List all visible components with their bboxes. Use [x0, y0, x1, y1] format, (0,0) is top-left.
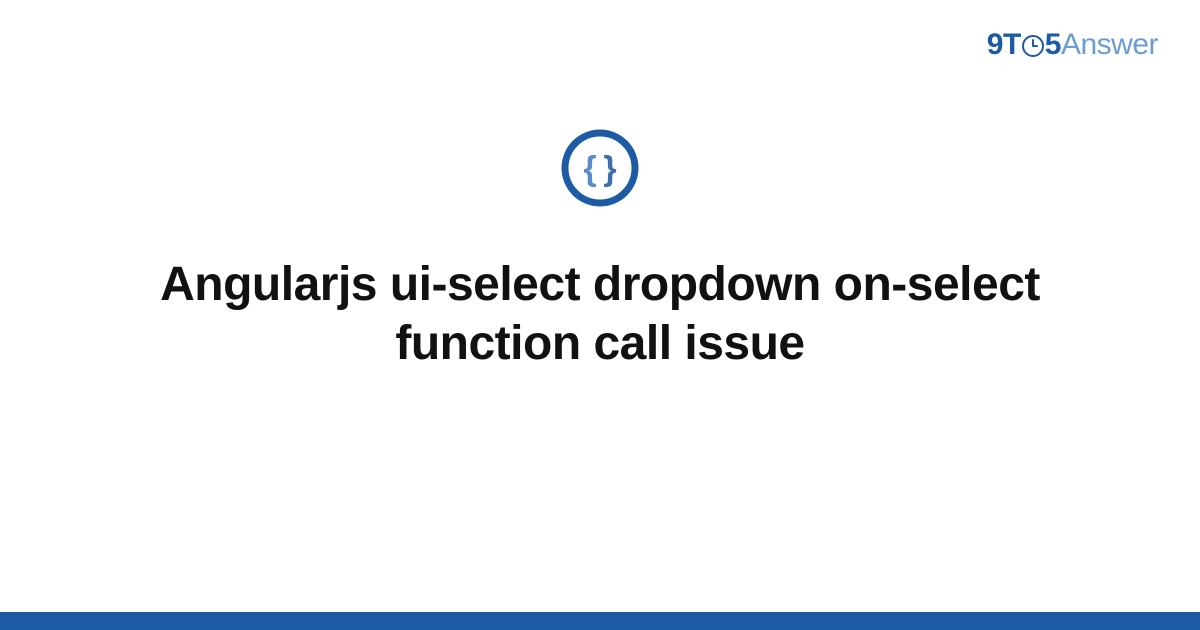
- brand-answer: Answer: [1061, 28, 1158, 61]
- brand-t: T: [1003, 28, 1021, 61]
- svg-text:}: }: [603, 150, 616, 188]
- brand-5: 5: [1045, 28, 1061, 61]
- brand-9: 9: [987, 28, 1003, 61]
- page-title: Angularjs ui-select dropdown on-select f…: [110, 256, 1090, 373]
- code-braces-icon: { }: [560, 128, 640, 208]
- main-content: { } Angularjs ui-select dropdown on-sele…: [0, 128, 1200, 373]
- svg-text:{: {: [583, 150, 596, 188]
- bottom-border: [0, 612, 1200, 630]
- brand-logo: 9T5Answer: [987, 28, 1158, 62]
- clock-icon: [1022, 35, 1044, 57]
